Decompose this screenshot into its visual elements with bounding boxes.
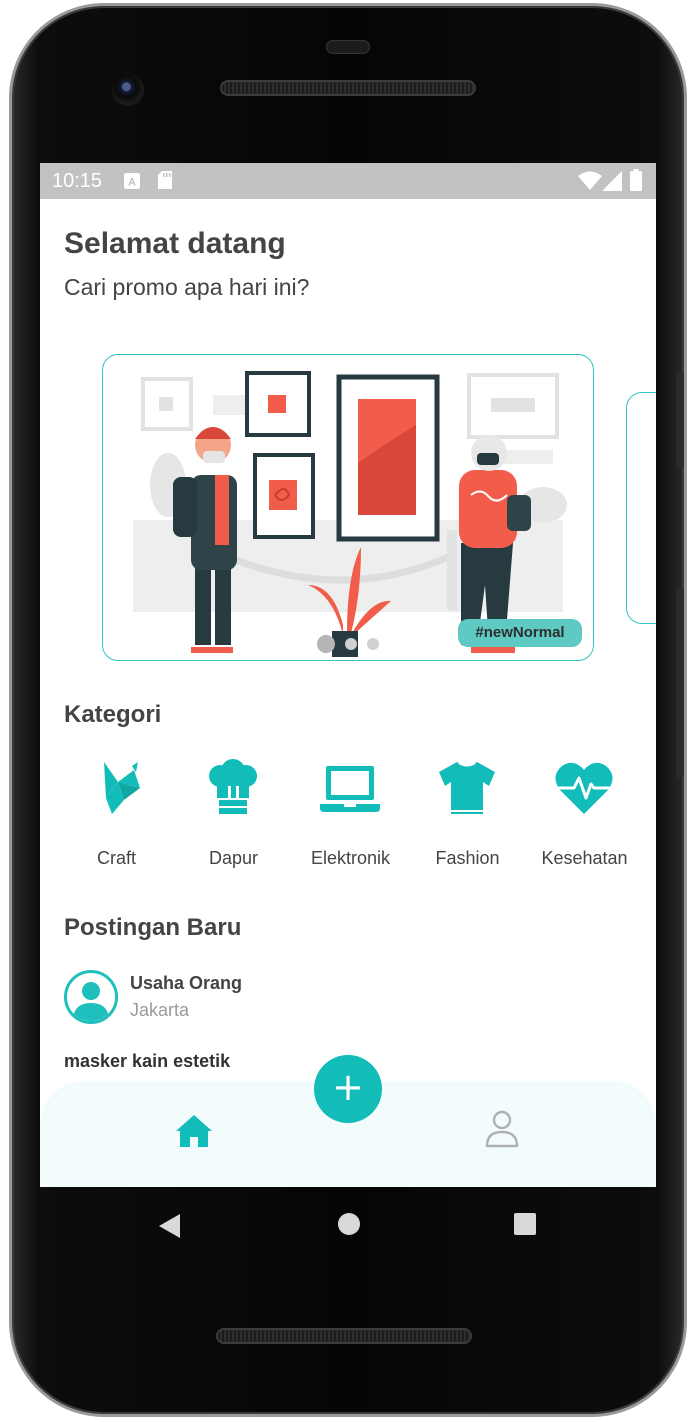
posts-title: Postingan Baru: [64, 914, 242, 941]
post-author-location: Jakarta: [130, 1000, 190, 1020]
category-label: Dapur: [208, 848, 259, 868]
home-circle-icon: [338, 1213, 360, 1235]
bottom-speaker: [216, 1328, 472, 1344]
laptop-icon: [320, 766, 380, 812]
add-post-button[interactable]: +: [314, 1055, 382, 1123]
category-elektronik[interactable]: Elektronik: [292, 758, 409, 873]
volume-button: [676, 588, 684, 778]
post-author-name[interactable]: Usaha Orang: [130, 973, 242, 994]
carousel-dot[interactable]: [367, 638, 379, 650]
power-button: [676, 372, 684, 468]
category-fashion[interactable]: Fashion: [409, 758, 526, 873]
heart-pulse-icon: [555, 762, 613, 814]
chef-hat-icon: [209, 759, 257, 814]
categories-title: Kategori: [64, 701, 162, 728]
greeting-title: Selamat datang: [64, 227, 286, 260]
carousel-indicator: [317, 635, 379, 653]
origami-bird-icon: [104, 762, 140, 814]
next-banner-peek[interactable]: [626, 392, 656, 624]
promo-banner[interactable]: #newNormal: [102, 354, 594, 661]
wifi-icon: [578, 171, 602, 190]
back-triangle-icon: [159, 1214, 180, 1238]
app-screen: 10:15 A Selamat datang Cari promo apa ha…: [40, 163, 656, 1187]
sd-card-icon: [158, 171, 172, 189]
category-craft[interactable]: Craft: [58, 758, 175, 873]
avatar[interactable]: [64, 970, 118, 1024]
category-kesehatan[interactable]: Kesehatan: [526, 758, 643, 873]
tshirt-icon: [439, 762, 495, 814]
a-notification-icon: A: [124, 173, 140, 189]
nav-home-button[interactable]: [174, 1111, 214, 1151]
front-camera: [112, 74, 144, 106]
back-button[interactable]: [158, 1213, 182, 1243]
gallery-illustration: [133, 371, 567, 657]
category-dapur[interactable]: Dapur: [175, 758, 292, 873]
greeting-subtitle: Cari promo apa hari ini?: [64, 274, 310, 300]
carousel-dot[interactable]: [317, 635, 335, 653]
earpiece-speaker: [220, 80, 476, 96]
user-avatar-icon: [73, 982, 109, 1021]
carousel-dot[interactable]: [345, 638, 357, 650]
nav-profile-button[interactable]: [484, 1109, 520, 1149]
svg-text:A: A: [128, 177, 136, 189]
status-bar: 10:15 A: [40, 163, 656, 199]
category-label: Fashion: [435, 848, 500, 868]
home-icon: [176, 1115, 212, 1147]
post-title[interactable]: masker kain estetik: [64, 1051, 230, 1072]
proximity-sensor: [326, 40, 370, 54]
battery-icon: [630, 169, 642, 191]
banner-hashtag: #newNormal: [458, 619, 582, 647]
category-label: Elektronik: [310, 848, 391, 868]
category-list: Craft Dapur Elektronik Fashion Kesehatan: [58, 758, 648, 873]
cell-signal-icon: [602, 171, 622, 191]
category-label: Kesehatan: [541, 848, 628, 868]
recents-square-icon: [514, 1213, 536, 1235]
status-time: 10:15: [52, 170, 103, 192]
category-label: Craft: [96, 848, 136, 868]
recents-button[interactable]: [514, 1213, 536, 1239]
profile-icon: [485, 1110, 519, 1148]
home-system-button[interactable]: [337, 1212, 361, 1240]
